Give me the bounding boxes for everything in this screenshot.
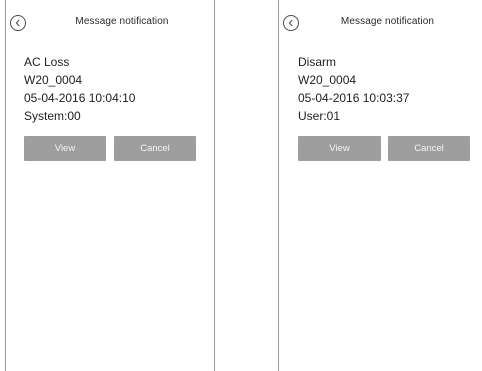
message-body: AC Loss W20_0004 05-04-2016 10:04:10 Sys… — [24, 53, 135, 125]
page-title: Message notification — [75, 16, 169, 27]
event-type: AC Loss — [24, 55, 70, 69]
header: Message notification — [279, 14, 480, 40]
event-type: Disarm — [298, 55, 336, 69]
event-timestamp: 05-04-2016 10:03:37 — [298, 91, 410, 105]
cancel-button[interactable]: Cancel — [388, 136, 470, 161]
view-button[interactable]: View — [24, 136, 106, 161]
event-source: System:00 — [24, 109, 81, 123]
cancel-button[interactable]: Cancel — [114, 136, 196, 161]
page-title: Message notification — [340, 16, 435, 27]
header: Message notification — [6, 14, 214, 40]
event-timestamp: 05-04-2016 10:04:10 — [24, 91, 136, 105]
device-id: W20_0004 — [24, 73, 83, 87]
event-source: User:01 — [298, 109, 341, 123]
notification-screen-left: Message notification AC Loss W20_0004 05… — [5, 0, 215, 371]
device-id: W20_0004 — [298, 73, 357, 87]
view-button[interactable]: View — [298, 136, 381, 161]
message-body: Disarm W20_0004 05-04-2016 10:03:37 User… — [298, 53, 409, 125]
back-icon[interactable] — [283, 15, 299, 31]
back-icon[interactable] — [10, 15, 26, 31]
notification-screen-right: Message notification Disarm W20_0004 05-… — [278, 0, 480, 371]
